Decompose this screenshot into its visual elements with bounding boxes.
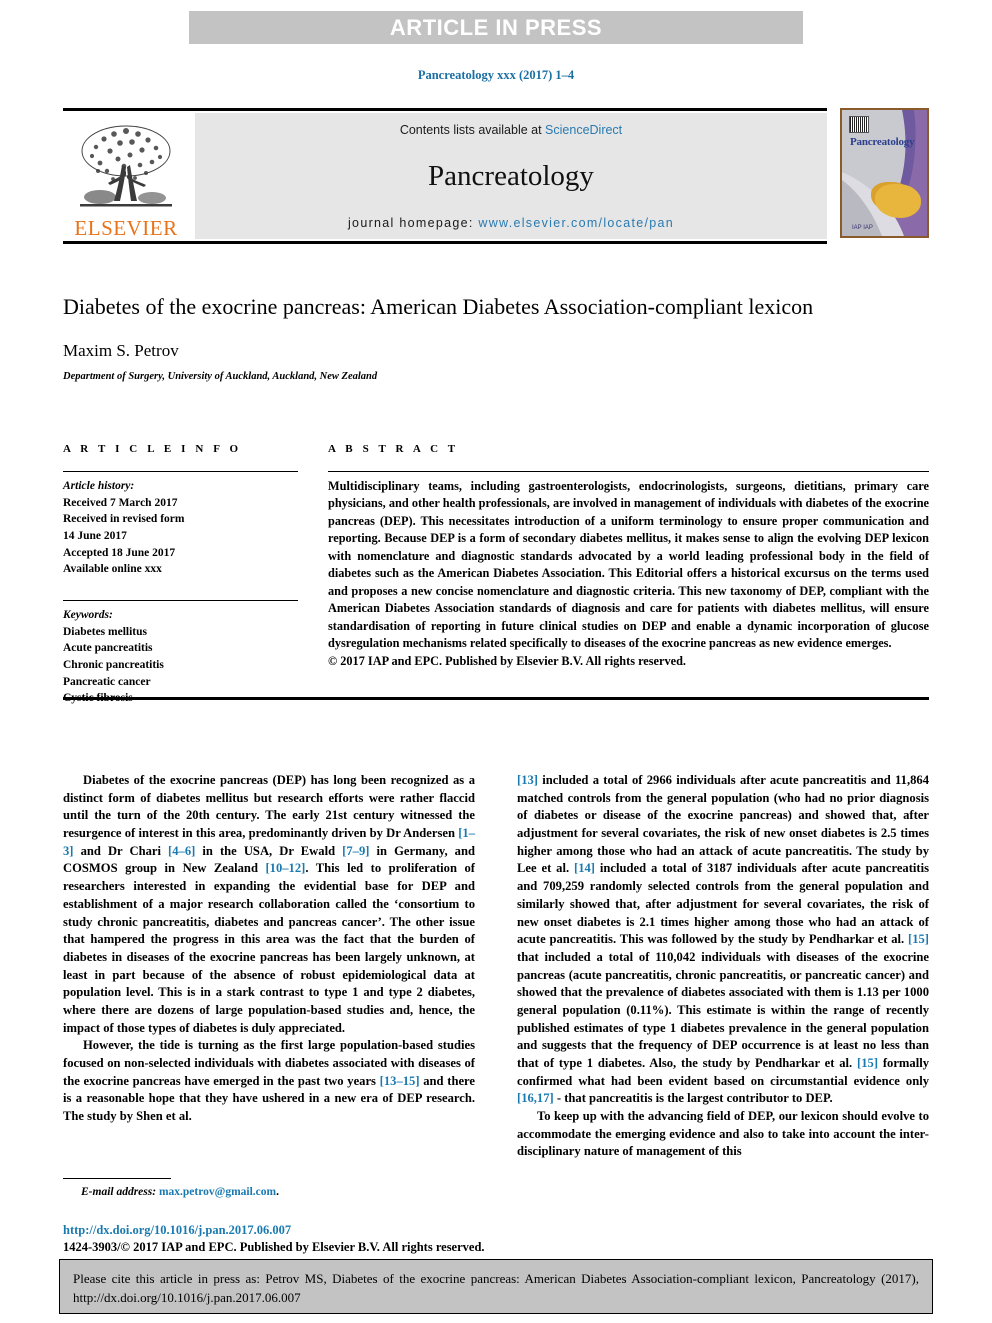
abstract-column: Multidisciplinary teams, including gastr… bbox=[328, 471, 929, 670]
citation-link[interactable]: [13] bbox=[517, 773, 538, 787]
cite-this-article-box: Please cite this article in press as: Pe… bbox=[59, 1259, 933, 1314]
doi-link[interactable]: http://dx.doi.org/10.1016/j.pan.2017.06.… bbox=[63, 1222, 563, 1239]
keyword-item: Pancreatic cancer bbox=[63, 675, 151, 688]
masthead-top-rule bbox=[63, 108, 827, 111]
citation-link[interactable]: [15] bbox=[857, 1056, 878, 1070]
history-item: Received 7 March 2017 bbox=[63, 496, 178, 509]
homepage-prefix: journal homepage: bbox=[347, 216, 479, 230]
keywords-label: Keywords: bbox=[63, 609, 113, 622]
body-text: and Dr Chari bbox=[73, 843, 169, 858]
cite-this-article-text: Please cite this article in press as: Pe… bbox=[73, 1271, 919, 1305]
body-column-left: Diabetes of the exocrine pancreas (DEP) … bbox=[63, 772, 475, 1126]
body-text: in the USA, Dr Ewald bbox=[195, 843, 343, 858]
info-divider bbox=[63, 471, 298, 472]
journal-name: Pancreatology bbox=[428, 160, 594, 192]
footnote-period: . bbox=[276, 1186, 279, 1198]
body-text: - that pancreatitis is the largest contr… bbox=[553, 1091, 833, 1106]
citation-link[interactable]: [15] bbox=[908, 932, 929, 946]
sciencedirect-link[interactable]: ScienceDirect bbox=[545, 123, 622, 137]
doi-block: http://dx.doi.org/10.1016/j.pan.2017.06.… bbox=[63, 1222, 563, 1256]
citation-link[interactable]: [14] bbox=[574, 861, 595, 875]
citation-link[interactable]: [10–12] bbox=[265, 861, 305, 875]
footnote-line: E-mail address: max.petrov@gmail.com. bbox=[63, 1186, 475, 1198]
running-head: Pancreatology xxx (2017) 1–4 bbox=[417, 68, 575, 82]
journal-masthead: ELSEVIER Contents lists available at Sci… bbox=[63, 108, 929, 244]
article-history-label: Article history: bbox=[63, 480, 135, 492]
journal-homepage-link[interactable]: www.elsevier.com/locate/pan bbox=[478, 216, 674, 230]
abstract-divider bbox=[328, 471, 929, 472]
elsevier-logo: ELSEVIER bbox=[63, 113, 189, 239]
history-item: Accepted 18 June 2017 bbox=[63, 546, 176, 559]
abstract-body: Multidisciplinary teams, including gastr… bbox=[328, 479, 929, 651]
body-top-rule bbox=[63, 697, 929, 700]
abstract-copyright: © 2017 IAP and EPC. Published by Elsevie… bbox=[328, 653, 686, 668]
cover-barcode-icon bbox=[849, 116, 869, 133]
body-paragraph: To keep up with the advancing field of D… bbox=[517, 1108, 929, 1161]
elsevier-tree-icon bbox=[80, 125, 172, 207]
section-headings: A R T I C L E I N F O A B S T R A C T bbox=[63, 443, 929, 465]
body-text: To keep up with the advancing field of D… bbox=[517, 1109, 929, 1159]
author-name: Maxim S. Petrov bbox=[63, 341, 179, 361]
keyword-item: Acute pancreatitis bbox=[63, 642, 153, 655]
body-paragraph: [13] included a total of 2966 individual… bbox=[517, 772, 929, 1108]
keyword-item: Diabetes mellitus bbox=[63, 625, 148, 638]
issn-copyright-line: 1424-3903/© 2017 IAP and EPC. Published … bbox=[63, 1239, 485, 1254]
author-affiliation: Department of Surgery, University of Auc… bbox=[63, 371, 378, 383]
citation-link[interactable]: [16,17] bbox=[517, 1091, 554, 1105]
email-address-label: E-mail address: bbox=[81, 1186, 157, 1198]
contents-box: Contents lists available at ScienceDirec… bbox=[195, 113, 827, 239]
history-item: Received in revised form bbox=[63, 513, 185, 526]
elsevier-wordmark: ELSEVIER bbox=[74, 216, 178, 240]
citation-link[interactable]: [7–9] bbox=[342, 844, 369, 858]
article-history-list: Received 7 March 2017 Received in revise… bbox=[63, 495, 298, 578]
masthead-bottom-rule bbox=[63, 241, 827, 244]
author-email-link[interactable]: max.petrov@gmail.com bbox=[159, 1186, 276, 1198]
journal-cover-thumbnail: Pancreatology IAP IAP bbox=[840, 108, 929, 238]
citation-link[interactable]: [13–15] bbox=[380, 1074, 420, 1088]
body-text: that included a total of 110,042 individ… bbox=[517, 949, 929, 1070]
cover-journal-title: Pancreatology bbox=[850, 136, 915, 148]
contents-available-line: Contents lists available at ScienceDirec… bbox=[400, 123, 622, 137]
cover-society-marks: IAP IAP bbox=[852, 225, 873, 231]
article-info-column: Article history: Received 7 March 2017 R… bbox=[63, 471, 298, 707]
keywords-divider bbox=[63, 600, 298, 602]
footnote-rule bbox=[63, 1178, 171, 1179]
history-item: Available online xxx bbox=[63, 563, 162, 576]
title-block: Diabetes of the exocrine pancreas: Ameri… bbox=[63, 292, 823, 382]
keywords-group: Keywords: Diabetes mellitus Acute pancre… bbox=[63, 600, 298, 707]
body-paragraph: Diabetes of the exocrine pancreas (DEP) … bbox=[63, 772, 475, 1037]
article-in-press-banner: ARTICLE IN PRESS bbox=[189, 11, 803, 44]
keyword-item: Chronic pancreatitis bbox=[63, 659, 164, 672]
body-column-right: [13] included a total of 2966 individual… bbox=[517, 772, 929, 1161]
body-paragraph: However, the tide is turning as the firs… bbox=[63, 1037, 475, 1125]
corresponding-author-footnote: E-mail address: max.petrov@gmail.com. bbox=[63, 1178, 475, 1198]
contents-prefix: Contents lists available at bbox=[399, 123, 546, 137]
article-in-press-label: ARTICLE IN PRESS bbox=[389, 14, 603, 40]
history-item: 14 June 2017 bbox=[63, 530, 127, 543]
body-text: Diabetes of the exocrine pancreas (DEP) … bbox=[63, 773, 475, 841]
body-text: . This led to proliferation of researche… bbox=[63, 861, 475, 1035]
journal-homepage-line: journal homepage: www.elsevier.com/locat… bbox=[348, 216, 674, 230]
citation-link[interactable]: [4–6] bbox=[168, 844, 195, 858]
info-abstract-section: A R T I C L E I N F O A B S T R A C T Ar… bbox=[63, 443, 929, 704]
page-title: Diabetes of the exocrine pancreas: Ameri… bbox=[63, 294, 814, 319]
abstract-heading: A B S T R A C T bbox=[328, 443, 459, 455]
article-info-heading: A R T I C L E I N F O bbox=[63, 443, 242, 455]
